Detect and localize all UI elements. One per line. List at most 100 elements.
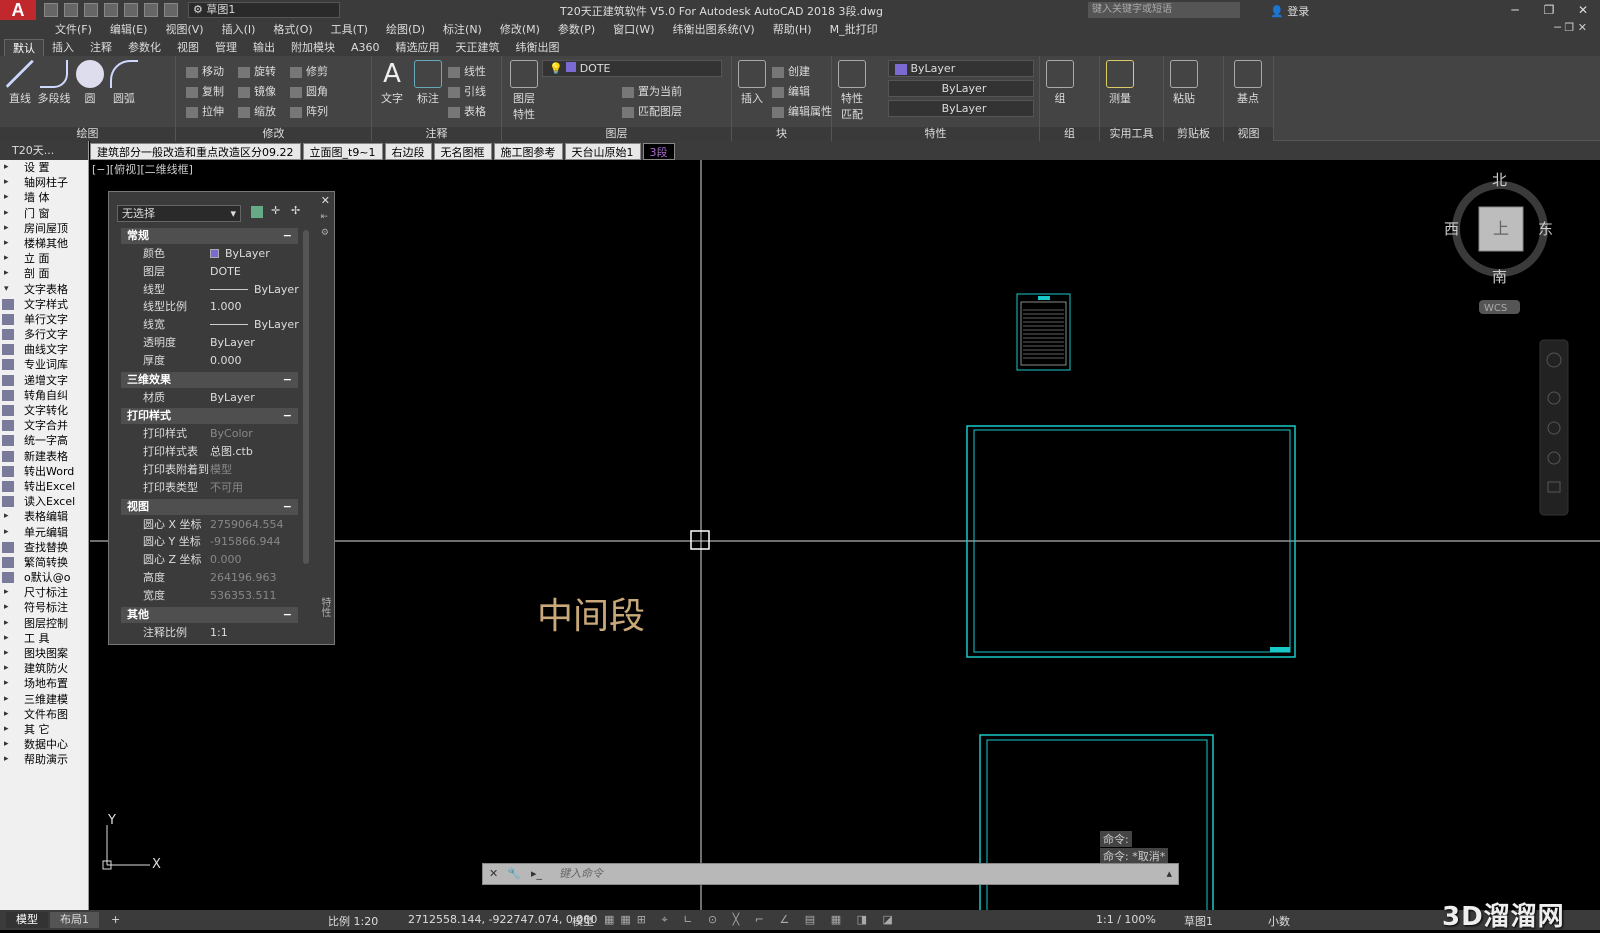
view-panel-label[interactable]: 视图 [1224, 127, 1273, 141]
sidebar-item[interactable]: 文字合并 [0, 418, 88, 433]
move-button[interactable]: 移动 [186, 63, 224, 79]
match-layer-button[interactable]: 匹配图层 [622, 103, 682, 119]
file-tab[interactable]: 建筑部分一般改造和重点改造区分09.22 [90, 143, 301, 160]
base-point-button[interactable]: 基点 [1230, 58, 1266, 106]
quick-select-icon[interactable]: ✢ [291, 204, 300, 217]
palette-scrollbar[interactable] [303, 230, 309, 564]
trim-button[interactable]: 修剪 [290, 63, 328, 79]
selection-dropdown[interactable]: 无选择 ▾ [117, 205, 241, 222]
ribbon-tab[interactable]: 默认 [4, 39, 44, 56]
property-row[interactable]: 宽度 536353.511 [121, 587, 298, 604]
open-icon[interactable] [64, 3, 78, 17]
layer-dropdown[interactable]: 💡 DOTE [542, 60, 722, 77]
line-button[interactable]: 直线 [2, 58, 38, 106]
sidebar-item[interactable]: ▸ 其 它 [0, 722, 88, 737]
copy-button[interactable]: 复制 [186, 83, 224, 99]
sidebar-item[interactable]: 多行文字 [0, 327, 88, 342]
sidebar-item[interactable]: 专业词库 [0, 357, 88, 372]
login-button[interactable]: 👤 登录 [1270, 3, 1309, 19]
command-line[interactable]: ✕ 🔧 ▸_ 键入命令 ▴ [482, 863, 1179, 885]
command-history-toggle-icon[interactable]: ▴ [1166, 864, 1172, 884]
menu-item[interactable]: 文件(F) [46, 21, 101, 37]
file-tab[interactable]: 右边段 [384, 143, 432, 160]
ribbon-tab[interactable]: 注释 [82, 39, 120, 56]
navigation-bar[interactable] [1539, 339, 1569, 516]
edit-block-button[interactable]: 编辑 [772, 83, 810, 99]
sidebar-item[interactable]: ▸ 尺寸标注 [0, 585, 88, 600]
set-current-button[interactable]: 置为当前 [622, 83, 682, 99]
sidebar-item[interactable]: ▸ 立 面 [0, 251, 88, 266]
ribbon-tab[interactable]: 视图 [169, 39, 207, 56]
sidebar-item[interactable]: ▾ 文字表格 [0, 282, 88, 297]
property-section-header[interactable]: 常规 − [121, 228, 298, 244]
leader-button[interactable]: 引线 [448, 83, 486, 99]
menu-item[interactable]: 编辑(E) [101, 21, 157, 37]
tab-layout1[interactable]: 布局1 [50, 912, 99, 928]
property-row[interactable]: 透明度 ByLayer [121, 334, 298, 351]
units-display[interactable]: 小数 [1268, 913, 1290, 929]
property-row[interactable]: 线型比例 1.000 [121, 298, 298, 315]
array-button[interactable]: 阵列 [290, 103, 328, 119]
print-icon[interactable] [124, 3, 138, 17]
viewport-controls[interactable]: [−][俯视][二维线框] [92, 161, 193, 177]
property-row[interactable]: 图层 DOTE [121, 263, 298, 280]
sidebar-item[interactable]: ▸ 设 置 [0, 160, 88, 175]
tab-model[interactable]: 模型 [6, 912, 48, 928]
viewcube-west[interactable]: 西 [1444, 220, 1459, 238]
sidebar-item[interactable]: ▸ 轴网柱子 [0, 175, 88, 190]
save-icon[interactable] [84, 3, 98, 17]
menu-item[interactable]: 插入(I) [213, 21, 265, 37]
sidebar-item[interactable]: ▸ 单元编辑 [0, 525, 88, 540]
sidebar-item[interactable]: ▸ 图层控制 [0, 616, 88, 631]
drafting-toggles[interactable]: ▦▦⊞ ⌖ ∟ ⊙ ╳ ⌐ ∠ ▤ ▦ ◨ ◪ [604, 913, 899, 927]
annotation-scale[interactable]: 1:1 / 100% [1096, 913, 1156, 926]
menu-item[interactable]: 纬衡出图系统(V) [664, 21, 764, 37]
viewcube-east[interactable]: 东 [1538, 220, 1553, 238]
properties-panel-label[interactable]: 特性 [832, 127, 1039, 141]
modify-panel-label[interactable]: 修改 [176, 127, 371, 141]
sidebar-item[interactable]: o默认@o [0, 570, 88, 585]
redo-icon[interactable] [164, 3, 178, 17]
collapse-icon[interactable]: − [283, 408, 292, 424]
ribbon-tab[interactable]: 纬衡出图 [508, 39, 568, 56]
sidebar-header[interactable]: T20天... [0, 141, 88, 160]
autohide-icon[interactable]: ⇤ [320, 212, 328, 222]
sidebar-item[interactable]: 文字转化 [0, 403, 88, 418]
property-row[interactable]: 打印表类型 不可用 [121, 479, 298, 496]
lineweight-dropdown[interactable]: ByLayer [888, 100, 1034, 117]
sidebar-item[interactable]: ▸ 墙 体 [0, 190, 88, 205]
property-section-header[interactable]: 三维效果 − [121, 371, 298, 388]
menu-item[interactable]: 窗口(W) [604, 21, 663, 37]
restore-icon[interactable]: ❐ [1532, 0, 1566, 20]
ribbon-tab[interactable]: A360 [343, 39, 388, 56]
property-row[interactable]: 高度 264196.963 [121, 569, 298, 586]
sidebar-item[interactable]: 转出Excel [0, 479, 88, 494]
edit-attr-button[interactable]: 编辑属性 [772, 103, 832, 119]
create-block-button[interactable]: 创建 [772, 63, 810, 79]
close-icon[interactable]: ✕ [1566, 0, 1600, 20]
group-button[interactable]: 组 [1042, 58, 1078, 106]
sidebar-item[interactable]: ▸ 符号标注 [0, 600, 88, 615]
sidebar-item[interactable]: 查找替换 [0, 540, 88, 555]
menu-item[interactable]: 标注(N) [434, 21, 491, 37]
customize-command-icon[interactable]: 🔧 [507, 864, 521, 884]
file-tab[interactable]: 立面图_t9~1 [302, 143, 383, 160]
draw-panel-label[interactable]: 绘图 [0, 127, 175, 141]
ribbon-tab[interactable]: 精选应用 [388, 39, 448, 56]
sidebar-item[interactable]: ▸ 楼梯其他 [0, 236, 88, 251]
sidebar-item[interactable]: ▸ 表格编辑 [0, 509, 88, 524]
layer-properties-button[interactable]: 图层 特性 [506, 58, 542, 122]
sidebar-item[interactable]: 递增文字 [0, 373, 88, 388]
sidebar-item[interactable]: 转出Word [0, 464, 88, 479]
match-properties-button[interactable]: 特性 匹配 [834, 58, 870, 122]
doc-window-controls[interactable]: ─ ❐ ✕ [1545, 21, 1596, 34]
menu-item[interactable]: 修改(M) [491, 21, 549, 37]
sidebar-item[interactable]: ▸ 三维建模 [0, 692, 88, 707]
property-row[interactable]: 打印样式表 总图.ctb [121, 443, 298, 460]
toggle-pickadd-icon[interactable] [251, 206, 263, 218]
sidebar-item[interactable]: ▸ 门 窗 [0, 206, 88, 221]
ribbon-tab[interactable]: 天正建筑 [448, 39, 508, 56]
linear-button[interactable]: 线性 [448, 63, 486, 79]
property-row[interactable]: 圆心 Y 坐标 -915866.944 [121, 533, 298, 550]
text-button[interactable]: A 文字 [374, 58, 410, 106]
